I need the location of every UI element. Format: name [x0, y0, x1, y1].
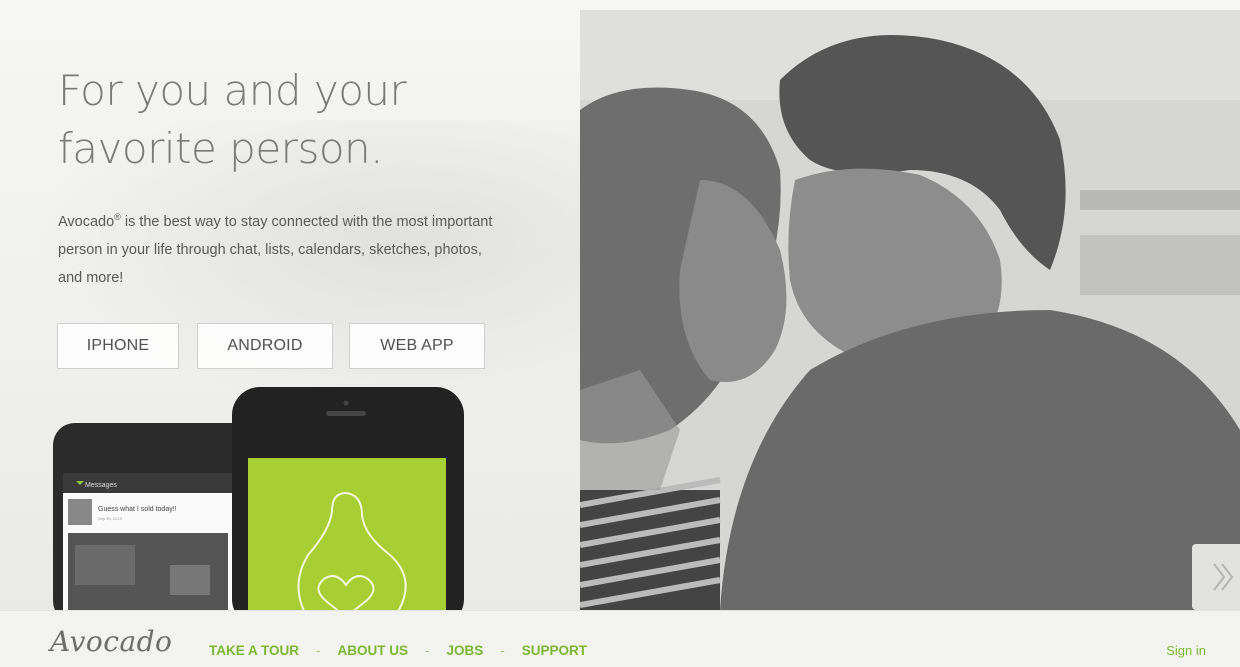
message-text: Guess what I sold today!!: [98, 506, 177, 513]
footer-nav: TAKE A TOUR - ABOUT US - JOBS - SUPPORT: [209, 643, 587, 658]
couple-photo-illustration: [580, 10, 1240, 610]
nav-support[interactable]: SUPPORT: [522, 643, 587, 658]
intro-description: is the best way to stay connected with t…: [58, 213, 493, 286]
headline-line-2: favorite person.: [58, 124, 384, 173]
nav-separator: -: [316, 643, 321, 658]
hero-photo: [580, 10, 1240, 610]
phone-header-text: Messages: [85, 482, 117, 489]
nav-separator: -: [500, 643, 505, 658]
nav-take-a-tour[interactable]: TAKE A TOUR: [209, 643, 299, 658]
nav-separator: -: [425, 643, 430, 658]
sign-in-link[interactable]: Sign in: [1166, 643, 1206, 658]
iphone: [232, 387, 464, 610]
android-phone: Messages Guess what I sold today!! Sep 3…: [53, 423, 253, 610]
intro-text: Avocado® is the best way to stay connect…: [58, 203, 498, 292]
double-chevron-right-icon: [1213, 563, 1234, 591]
phones-svg: Messages Guess what I sold today!! Sep 3…: [53, 387, 464, 610]
intro-brand: Avocado: [58, 213, 115, 230]
hero-section: For you and your favorite person. Avocad…: [0, 0, 1240, 610]
phones-illustration: Messages Guess what I sold today!! Sep 3…: [50, 385, 470, 610]
avocado-logo[interactable]: Avocado: [50, 625, 172, 658]
android-button[interactable]: ANDROID: [197, 323, 333, 369]
nav-about-us[interactable]: ABOUT US: [338, 643, 409, 658]
striped-shirt: [580, 477, 721, 610]
message-avatar: [68, 499, 92, 525]
footer-nav-bar: Avocado TAKE A TOUR - ABOUT US - JOBS - …: [0, 610, 1240, 667]
iphone-button[interactable]: IPHONE: [57, 323, 179, 369]
nav-jobs[interactable]: JOBS: [447, 643, 484, 658]
registered-mark: ®: [114, 212, 121, 222]
page-headline: For you and your favorite person.: [58, 62, 538, 178]
headline-line-1: For you and your: [58, 66, 407, 115]
next-slide-button[interactable]: [1192, 544, 1240, 610]
web-app-button[interactable]: WEB APP: [349, 323, 485, 369]
message-date: Sep 30, 2013: [98, 516, 123, 521]
